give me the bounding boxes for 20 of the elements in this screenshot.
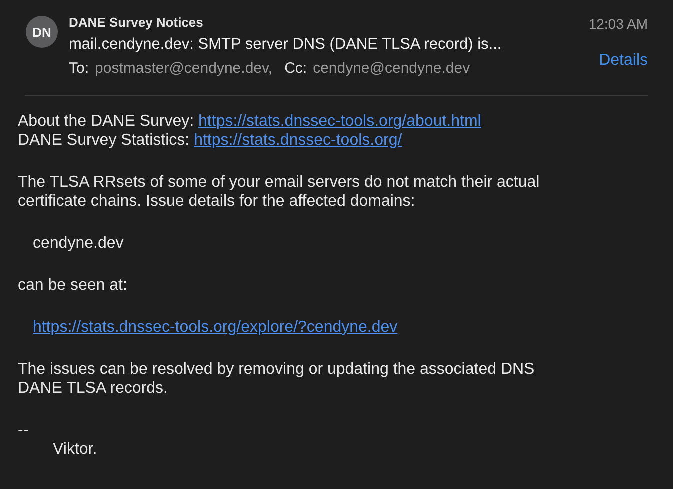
recipient-address: postmaster@cendyne.dev, [95,59,273,79]
paragraph: The TLSA RRsets of some of your email servers do not match their actual certificate chains. Issue details for the affected domains: [18,173,541,211]
paragraph: The issues can be resolved by removing or updating the associated DNS DANE TLSA records. [18,360,536,398]
avatar: DN [26,16,58,48]
domain-text: cendyne.dev [33,235,124,252]
cc-address: cendyne@cendyne.dev [313,59,470,79]
signature-dashes: -- [18,422,29,439]
link[interactable]: https://stats.dnssec-tools.org/explore/?cendyne.dev [33,319,398,336]
link[interactable]: https://stats.dnssec-tools.org/about.html [198,113,482,130]
to-label: To: [69,59,90,79]
link-label: DANE Survey Statistics: [18,132,190,149]
link-label: About the DANE Survey: [18,113,196,130]
signature-name: Viktor. [53,441,98,458]
link[interactable]: https://stats.dnssec-tools.org/ [194,132,402,149]
subject: mail.cendyne.dev: SMTP server DNS (DANE TLSA record) is... [69,35,503,55]
sender-name: DANE Survey Notices [69,15,204,31]
cc-label: Cc: [284,59,308,79]
details-link[interactable]: Details [599,52,648,70]
paragraph: can be seen at: [18,276,128,295]
timestamp: 12:03 AM [588,15,648,33]
